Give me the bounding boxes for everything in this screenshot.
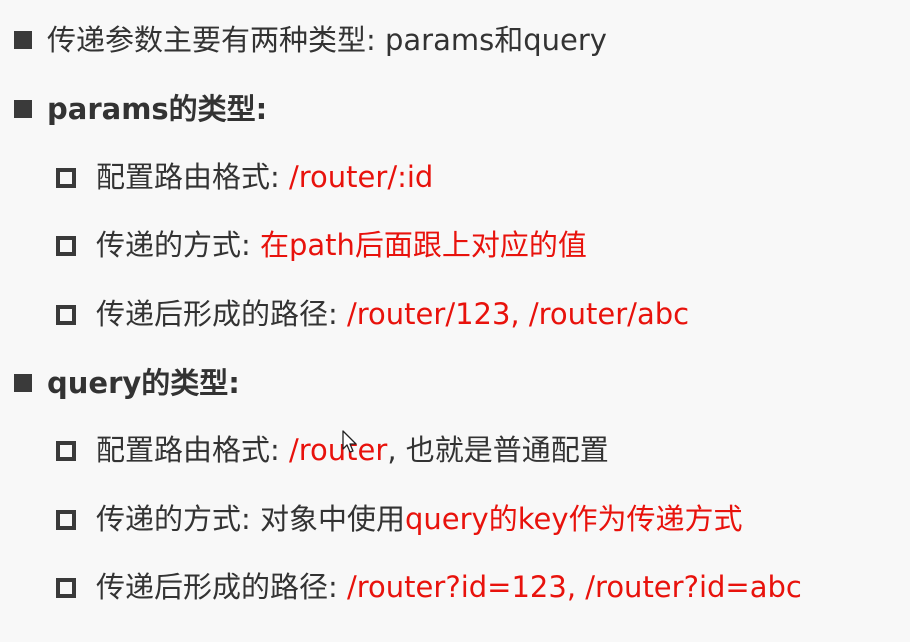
sub-bullet-text: 传递的方式: 对象中使用query的key作为传递方式 [96,499,742,539]
sub-bullet-text: 配置路由格式: /router/:id [96,157,433,197]
square-filled-icon [14,100,32,118]
label: 传递的方式: [96,228,260,262]
mouse-pointer-icon [342,430,357,453]
square-outline-icon [56,441,76,461]
square-outline-icon [56,236,76,256]
highlight-value: /router?id=123, /router?id=abc [347,570,802,604]
sub-bullet-text: 传递的方式: 在path后面跟上对应的值 [96,225,587,265]
square-outline-icon [56,305,76,325]
square-filled-icon [14,31,32,49]
label: 配置路由格式: [96,160,289,194]
square-filled-icon [14,374,32,392]
bullet-text: 传递参数主要有两种类型: params和query [47,23,607,57]
sub-bullet-text: 传递后形成的路径: /router/123, /router/abc [96,294,689,334]
square-outline-icon [56,510,76,530]
highlight-value: /router/:id [289,160,434,194]
label: 传递后形成的路径: [96,297,347,331]
heading-text: params的类型: [47,92,268,126]
sub-bullet-text: 传递后形成的路径: /router?id=123, /router?id=abc [96,567,802,607]
suffix: , 也就是普通配置 [387,433,609,467]
highlight-value: /router/123, /router/abc [347,297,690,331]
highlight-value: query的key作为传递方式 [405,502,743,536]
label: 配置路由格式: [96,433,289,467]
label: 传递的方式: 对象中使用 [96,502,405,536]
highlight-value: /router [289,433,388,467]
heading-text: query的类型: [47,366,240,400]
square-outline-icon [56,168,76,188]
slide: 传递参数主要有两种类型: params和query params的类型: 配置路… [0,0,910,642]
square-outline-icon [56,578,76,598]
highlight-value: 在path后面跟上对应的值 [260,228,587,262]
label: 传递后形成的路径: [96,570,347,604]
